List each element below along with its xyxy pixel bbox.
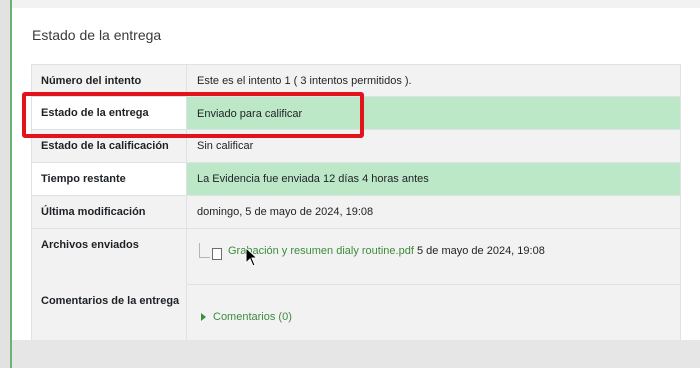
tree-connector — [199, 243, 210, 258]
row-value: La Evidencia fue enviada 12 días 4 horas… — [187, 163, 680, 195]
left-gutter — [0, 0, 10, 368]
file-date: 5 de mayo de 2024, 19:08 — [417, 245, 545, 257]
table-row-comments: Comentarios de la entrega Comentarios (0… — [32, 285, 680, 341]
table-row-last-modified: Última modificación domingo, 5 de mayo d… — [32, 196, 680, 229]
table-row-time-remaining: Tiempo restante La Evidencia fue enviada… — [32, 163, 680, 196]
row-label: Tiempo restante — [32, 163, 187, 195]
row-label: Comentarios de la entrega — [32, 285, 187, 341]
top-strip — [12, 0, 700, 8]
comments-toggle-link[interactable]: Comentarios (0) — [213, 311, 292, 323]
bottom-band — [12, 340, 700, 368]
table-row-files: Archivos enviados Grabación y resumen di… — [32, 229, 680, 285]
row-label: Archivos enviados — [32, 229, 187, 285]
section-title: Estado de la entrega — [32, 27, 162, 43]
row-value: domingo, 5 de mayo de 2024, 19:08 — [197, 206, 374, 218]
row-label: Última modificación — [32, 196, 187, 228]
file-icon — [212, 248, 222, 260]
expand-arrow-icon[interactable] — [201, 313, 206, 321]
highlight-annotation — [22, 92, 364, 138]
comments-cell: Comentarios (0) — [187, 285, 680, 341]
mouse-cursor-icon — [245, 247, 259, 267]
files-cell: Grabación y resumen dialy routine.pdf 5 … — [187, 229, 680, 284]
